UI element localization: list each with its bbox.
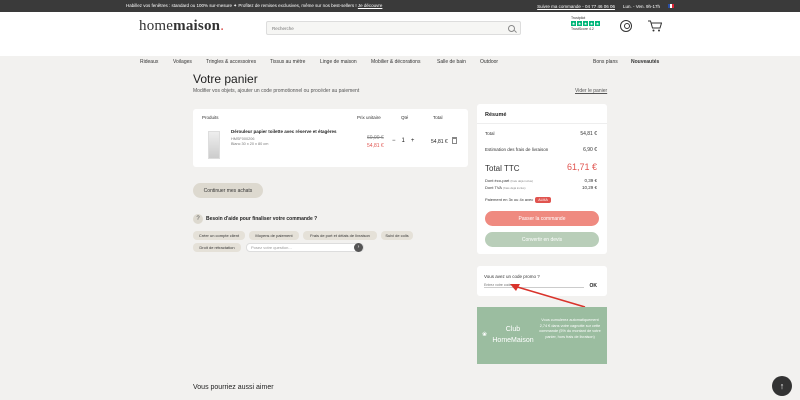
empty-cart-link[interactable]: Vider le panier	[575, 88, 607, 94]
installments-row: Paiement en 3x ou 4x avec ALMA	[485, 197, 551, 203]
cart-icon[interactable]	[648, 20, 663, 32]
summary-ttc-value: 61,71 €	[566, 162, 597, 172]
logo-home: home	[139, 18, 174, 34]
page-subtitle: Modifier vos objets, ajouter un code pro…	[193, 88, 360, 94]
qty-plus-button[interactable]: +	[411, 138, 415, 144]
site-header: homemaison. Trustpilot ★ ★ ★ ★ ★ TrustSc…	[0, 12, 800, 65]
star-icon: ★	[595, 21, 600, 26]
cart-products-card: Produits Prix unitaire Qté Total Déroule…	[193, 109, 468, 167]
club-name: Club HomeMaison	[488, 324, 538, 346]
search-icon[interactable]	[508, 24, 515, 32]
summary-tva-row: Dont TVA (frais déjà inclus)	[485, 185, 526, 190]
top-promo-bar: Habillez vos fenêtres : standard ou 100%…	[0, 0, 800, 12]
continue-shopping-button[interactable]: Continuer mes achats	[193, 183, 263, 198]
order-summary-card: Résumé Total 54,81 € Estimation des frai…	[477, 104, 607, 254]
french-flag-icon[interactable]	[668, 4, 674, 8]
nav-item-bons-plans[interactable]: Bons plans	[593, 59, 618, 65]
col-qty: Qté	[401, 115, 409, 120]
product-thumbnail[interactable]	[208, 131, 220, 159]
help-chip-tracking[interactable]: Suivi de colis	[381, 231, 413, 240]
search-input[interactable]	[272, 25, 508, 31]
nav-item-salle-de-bain[interactable]: Salle de bain	[437, 59, 466, 65]
checkout-button[interactable]: Passer la commande	[485, 211, 599, 226]
star-icon: ★	[571, 21, 576, 26]
eco-label: Dont éco-part	[485, 178, 510, 183]
nav-item-voilages[interactable]: Voilages	[173, 59, 192, 65]
help-icon: ?	[193, 214, 203, 224]
opening-hours: Lun. - Ven. 9h-17h	[622, 3, 660, 9]
summary-total-value: 54,81 €	[580, 131, 597, 137]
star-icon: ★	[577, 21, 582, 26]
installments-label: Paiement en 3x ou 4x avec	[485, 197, 534, 202]
summary-ttc-label: Total TTC	[485, 164, 520, 173]
line-total: 54,81 €	[431, 139, 448, 145]
product-details: HMSF000206 Blanc 30 x 20 x 80 cm	[231, 137, 268, 147]
main-navigation: Rideaux Voilages Tringles & accessoires …	[0, 57, 800, 67]
nav-item-nouveautes[interactable]: Nouveautés	[631, 59, 659, 65]
help-chip-shipping[interactable]: Frais de port et délais de livraison	[303, 231, 377, 240]
loyalty-club-banner: ❀ Club HomeMaison Vous cumulerez automat…	[477, 307, 607, 364]
tva-note: (frais déjà inclus)	[502, 186, 526, 190]
order-tracking-link[interactable]: Suivre ma commande - 04 77 46 06 06	[537, 4, 615, 9]
homemaison-logo[interactable]: homemaison.	[139, 18, 224, 35]
col-total: Total	[433, 115, 443, 120]
trash-icon[interactable]	[452, 137, 457, 144]
promo-banner: Habillez vos fenêtres : standard ou 100%…	[126, 3, 537, 9]
eco-note: (frais déjà inclus)	[510, 179, 534, 183]
star-icon: ★	[583, 21, 588, 26]
quantity-stepper: − 1 +	[392, 138, 414, 144]
summary-shipping-label: Estimation des frais de livraison	[485, 147, 549, 152]
nav-item-tissus[interactable]: Tissus au mètre	[270, 59, 305, 65]
account-icon[interactable]	[620, 20, 632, 32]
discounted-price: 54,81 €	[367, 143, 384, 149]
product-name[interactable]: Dérouleur papier toilette avec réserve e…	[231, 129, 351, 134]
send-question-button[interactable]: ›	[354, 243, 363, 252]
product-size: Blanc 30 x 20 x 80 cm	[231, 142, 269, 146]
page-title: Votre panier	[193, 72, 258, 86]
alma-badge[interactable]: ALMA	[535, 197, 551, 203]
nav-item-rideaux[interactable]: Rideaux	[140, 59, 158, 65]
col-unit-price: Prix unitaire	[357, 115, 381, 120]
trustpilot-stars: ★ ★ ★ ★ ★	[571, 21, 605, 26]
promo-ok-button[interactable]: OK	[590, 283, 598, 289]
summary-divider	[477, 123, 607, 124]
summary-eco-row: Dont éco-part (frais déjà inclus)	[485, 178, 533, 183]
summary-eco-value: 0,39 €	[584, 178, 597, 183]
recommendations-title: Vous pourriez aussi aimer	[193, 384, 274, 391]
convert-to-quote-button[interactable]: Convertir en devis	[485, 232, 599, 247]
club-name-line2: HomeMaison	[492, 337, 534, 344]
trustpilot-widget[interactable]: Trustpilot ★ ★ ★ ★ ★ TrustScore 4.2	[571, 16, 605, 31]
help-chip-account[interactable]: Créer un compte client	[193, 231, 245, 240]
promo-link[interactable]: Je découvre	[358, 3, 383, 8]
summary-shipping-value: 6,90 €	[583, 147, 597, 153]
nav-item-outdoor[interactable]: Outdoor	[480, 59, 498, 65]
logo-maison: maison	[173, 18, 221, 34]
summary-tva-value: 10,29 €	[581, 185, 597, 190]
trustpilot-score: TrustScore 4.2	[571, 27, 594, 31]
nav-item-mobilier[interactable]: Mobilier & décorations	[371, 59, 420, 65]
club-text: Vous cumulerez automatiquement 2,74 € da…	[539, 318, 601, 339]
club-leaf-icon: ❀	[482, 332, 488, 338]
help-title: Besoin d'aide pour finaliser votre comma…	[206, 216, 318, 222]
nav-item-tringles[interactable]: Tringles & accessoires	[206, 59, 256, 65]
scroll-to-top-button[interactable]: ↑	[772, 376, 792, 396]
help-chip-payment[interactable]: Moyens de paiement	[249, 231, 299, 240]
club-name-line1: Club	[505, 326, 521, 333]
promo-text: Habillez vos fenêtres : standard ou 100%…	[126, 3, 358, 8]
nav-item-linge[interactable]: Linge de maison	[320, 59, 357, 65]
summary-title: Résumé	[485, 112, 507, 118]
trustpilot-label: Trustpilot	[571, 16, 586, 20]
search-bar[interactable]	[266, 21, 521, 35]
promo-label: Vous avez un code promo ?	[484, 274, 540, 279]
qty-value: 1	[401, 138, 405, 144]
tva-label: Dont TVA	[485, 185, 502, 190]
summary-total-label: Total	[485, 131, 495, 136]
col-products: Produits	[202, 115, 219, 120]
qty-minus-button[interactable]: −	[392, 138, 396, 144]
old-price: 60,90 €	[367, 135, 384, 141]
question-input[interactable]: Posez votre question...	[246, 243, 364, 252]
help-chip-withdrawal[interactable]: Droit de rétractation	[193, 243, 241, 252]
star-icon: ★	[589, 21, 594, 26]
